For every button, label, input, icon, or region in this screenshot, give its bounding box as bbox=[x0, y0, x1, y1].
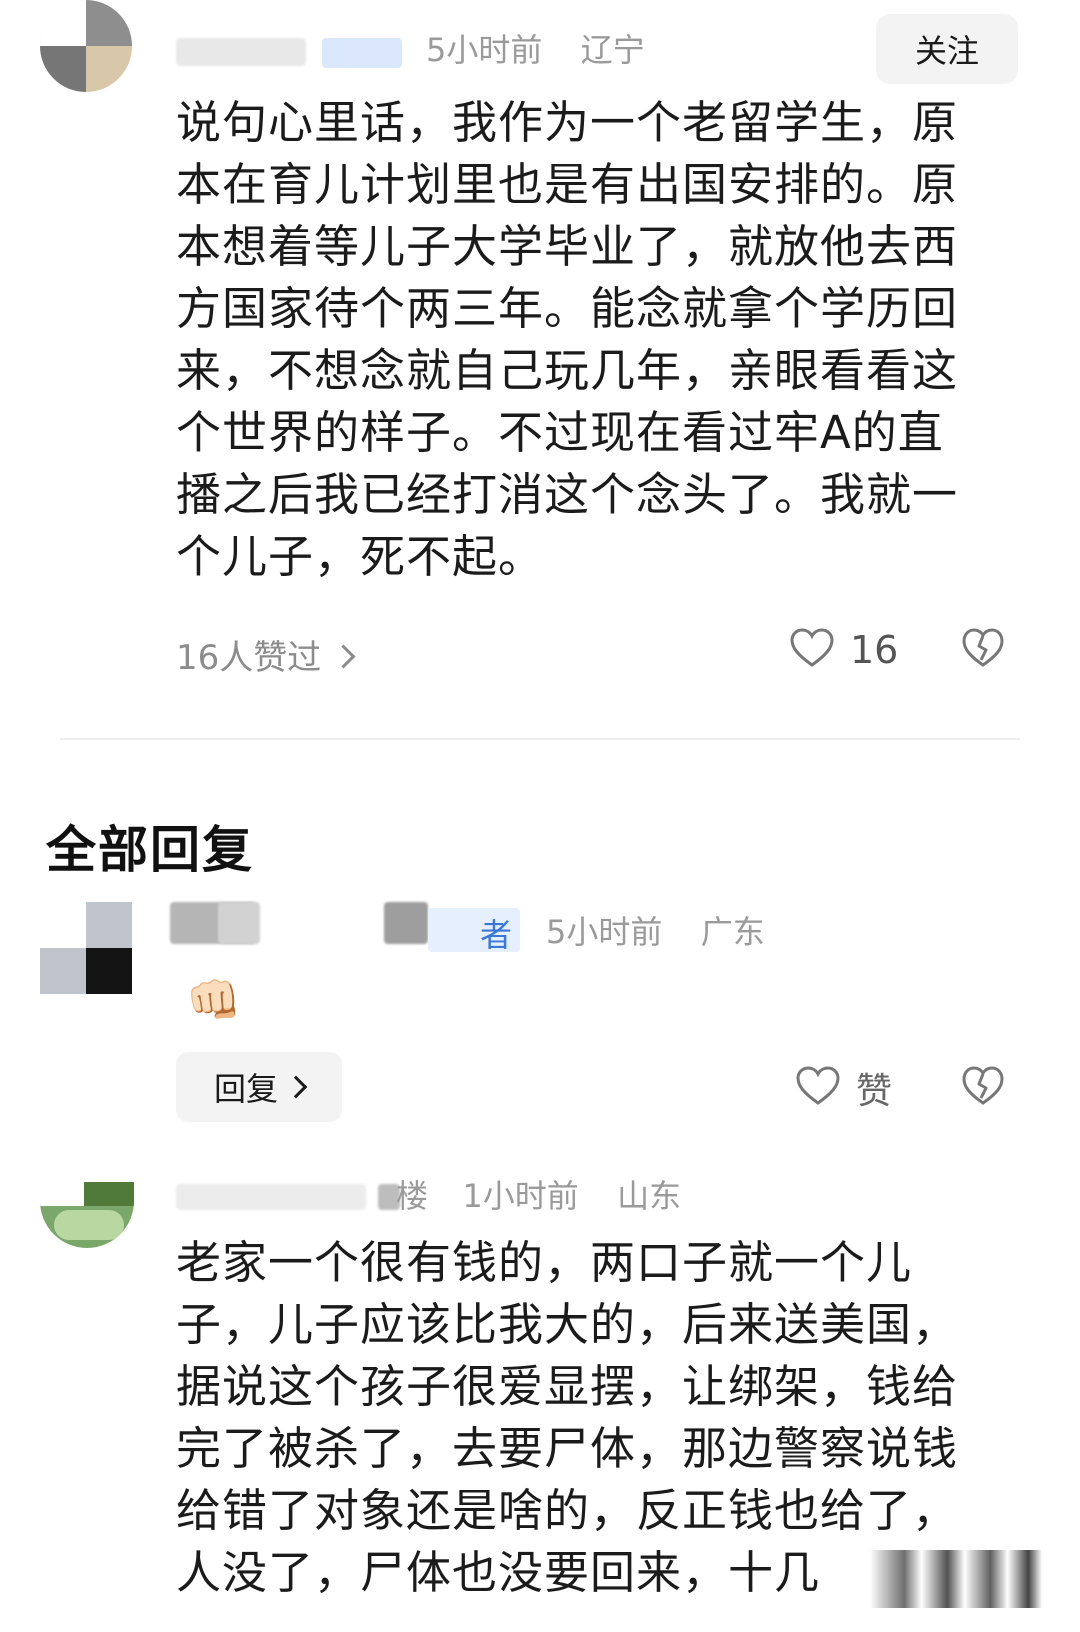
reply-1-time: 5小时前 bbox=[546, 913, 663, 951]
reply-2-line: 老家一个很有钱的，两口子就一个儿 bbox=[176, 1236, 913, 1289]
reply-1-tag-label: 者 bbox=[479, 916, 512, 954]
commenter-tag-blurred bbox=[322, 38, 402, 68]
comment-line: 说句心里话，我作为一个老留学生，原 bbox=[176, 96, 959, 149]
comment-line: 本在育儿计划里也是有出国安排的。原 bbox=[176, 158, 959, 211]
like-heart-icon[interactable] bbox=[790, 628, 834, 668]
reply-1-like-label[interactable]: 赞 bbox=[856, 1062, 892, 1114]
reply-1-like-heart-icon[interactable] bbox=[796, 1066, 840, 1106]
commenter-name-blurred[interactable] bbox=[176, 38, 306, 66]
dislike-broken-heart-icon[interactable] bbox=[962, 628, 1004, 668]
reply-2-meta: 楼 1小时前 山东 bbox=[396, 1176, 681, 1216]
reply-2-line: 完了被杀了，去要尸体，那边警察说钱 bbox=[176, 1422, 959, 1475]
reply-1-dislike-broken-heart-icon[interactable] bbox=[962, 1066, 1004, 1106]
reply-2-tag-fragment: 楼 bbox=[396, 1177, 429, 1215]
reply-1-emoji: 👊🏻 bbox=[186, 975, 241, 1026]
obscured-text-region bbox=[870, 1550, 1042, 1608]
reply-2-name-blurred[interactable] bbox=[176, 1184, 366, 1210]
like-count: 16 bbox=[850, 628, 899, 672]
chevron-right-icon bbox=[284, 1075, 308, 1099]
reply-1-name-blurred-2 bbox=[218, 902, 260, 944]
reply-2-time: 1小时前 bbox=[462, 1177, 579, 1215]
liked-by-link[interactable]: 16人赞过 bbox=[176, 630, 356, 679]
comment-line: 播之后我已经打消这个念头了。我就一 bbox=[176, 468, 959, 521]
reply-1-name-blurred-3 bbox=[384, 902, 428, 944]
chevron-right-icon bbox=[331, 644, 356, 669]
reply-button[interactable]: 回复 bbox=[176, 1052, 342, 1122]
reply-2-line: 据说这个孩子很爱显摆，让绑架，钱给 bbox=[176, 1360, 959, 1413]
comment-line: 本想着等儿子大学毕业了，就放他去西 bbox=[176, 220, 959, 273]
reply-2-body: 老家一个很有钱的，两口子就一个儿 子，儿子应该比我大的，后来送美国， 据说这个孩… bbox=[176, 1232, 1056, 1604]
comment-line: 个儿子，死不起。 bbox=[176, 530, 545, 583]
comment-meta: 5小时前 辽宁 bbox=[426, 30, 645, 70]
comment-body: 说句心里话，我作为一个老留学生，原 本在育儿计划里也是有出国安排的。原 本想着等… bbox=[176, 92, 1056, 588]
reply-2-location: 山东 bbox=[617, 1177, 682, 1215]
commenter-avatar[interactable] bbox=[40, 0, 132, 92]
reply-2-line: 子，儿子应该比我大的，后来送美国， bbox=[176, 1298, 959, 1351]
reply-1-meta: 5小时前 广东 bbox=[546, 912, 765, 952]
reply-1-location: 广东 bbox=[700, 913, 765, 951]
comment-line: 来，不想念就自己玩几年，亲眼看看这 bbox=[176, 344, 959, 397]
comment-location: 辽宁 bbox=[580, 31, 645, 69]
follow-button-label: 关注 bbox=[914, 32, 979, 70]
comment-line: 个世界的样子。不过现在看过牢A的直 bbox=[176, 406, 944, 459]
divider bbox=[60, 738, 1020, 740]
liked-by-label: 16人赞过 bbox=[176, 638, 322, 678]
section-title: 全部回复 bbox=[46, 821, 254, 879]
reply-1-avatar[interactable] bbox=[40, 902, 132, 994]
comment-time: 5小时前 bbox=[426, 31, 543, 69]
reply-1-tag: 者 bbox=[428, 908, 520, 954]
reply-2-line: 给错了对象还是啥的，反正钱也给了， bbox=[176, 1484, 959, 1537]
follow-button[interactable]: 关注 bbox=[876, 14, 1018, 84]
reply-button-label: 回复 bbox=[213, 1070, 278, 1108]
reply-2-avatar[interactable] bbox=[40, 1182, 134, 1248]
comment-line: 方国家待个两三年。能念就拿个学历回 bbox=[176, 282, 959, 335]
